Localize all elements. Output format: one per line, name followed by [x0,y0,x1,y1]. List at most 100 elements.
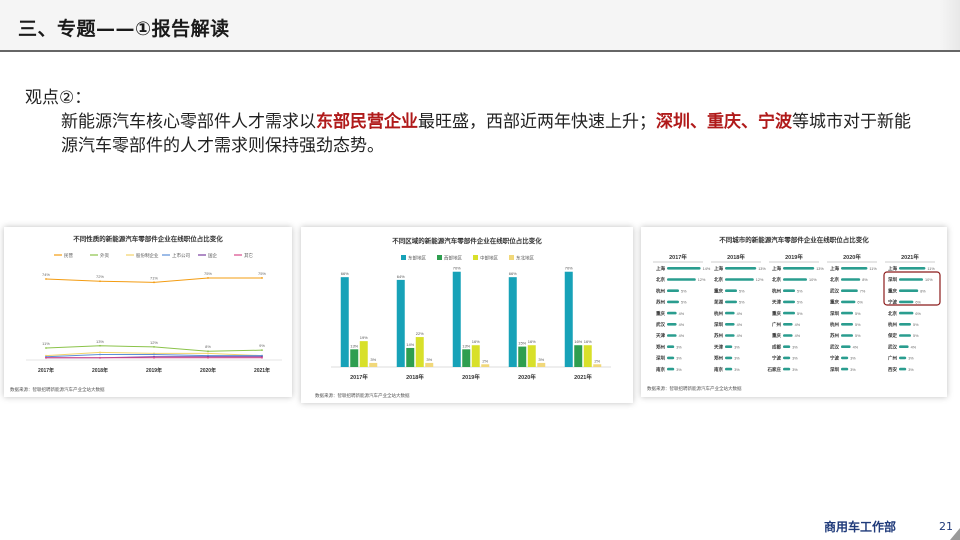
data-point [45,278,47,280]
data-label: 71% [150,275,158,280]
city-name: 深圳 [714,321,723,328]
data-point [153,281,155,284]
legend-label: 民营 [64,252,73,259]
city-percent: 8% [862,278,868,282]
city-bar [783,345,791,348]
bar [462,349,471,367]
header-bar: 三、专题——①报告解读 [0,0,960,52]
bar [425,362,434,367]
line-chart-title: 不同性质的新能源汽车零部件企业在线职位占比变化 [73,234,223,243]
city-name: 杭州 [656,287,665,294]
bar-value-label: 13% [350,343,358,348]
data-point [99,344,101,347]
city-name: 杭州 [714,310,723,317]
city-percent: 3% [850,368,856,372]
city-bar [725,345,733,348]
city-percent: 5% [797,312,803,316]
city-percent: 14% [703,267,711,271]
city-percent: 10% [809,278,817,282]
x-tick-label: 2017年 [350,373,368,381]
bar [369,362,378,367]
city-name: 上海 [656,265,665,272]
data-point [207,352,209,355]
legend-label: 东部地区 [408,255,426,262]
data-label: 75% [204,271,212,276]
data-label: 74% [42,272,50,277]
city-bar [725,289,737,292]
city-name: 重庆 [772,332,781,339]
city-percent: 4% [737,323,743,327]
data-point [153,345,155,348]
city-bar [899,278,923,281]
city-bar [783,334,793,337]
city-percent: 3% [850,357,856,361]
bar [564,271,573,367]
bar-value-label: 16% [472,339,480,344]
data-label: 11% [42,341,50,346]
city-bar [725,311,735,315]
city-bar [783,367,791,371]
city-bar [667,356,675,360]
viewpoint-block: 观点②： 新能源汽车核心零部件人才需求以东部民营企业最旺盛，西部近两年快速上升；… [25,86,925,158]
city-percent: 10% [925,278,933,282]
city-name: 上海 [888,265,897,272]
city-percent: 5% [913,334,919,338]
legend-swatch [401,255,406,260]
bar-chart-panel: 不同区域的新能源汽车零部件企业在线职位占比变化 东部地区 西部地区 中部地区 东北地区… [301,227,633,403]
city-name: 重庆 [656,310,665,317]
x-tick-label: 2021年 [254,367,270,374]
city-percent: 8% [920,289,926,293]
city-percent: 6% [915,312,921,316]
year-header: 2020年 [843,253,861,261]
city-percent: 4% [795,334,801,338]
city-name: 广州 [772,321,781,328]
city-bar [667,367,675,371]
city-name: 南京 [714,366,723,373]
city-bar [667,345,675,348]
city-percent: 4% [853,345,859,349]
viewpoint-label: 观点②： [25,88,92,108]
bar-value-label: 66% [509,271,517,276]
city-bar [783,289,795,292]
city-bar [899,323,911,326]
x-tick-label: 2017年 [38,367,54,374]
city-bar [899,300,914,304]
city-name: 石家庄 [767,366,782,373]
city-name: 重庆 [830,299,839,306]
data-label: 75% [258,271,266,276]
city-percent: 4% [795,323,801,327]
city-name: 天津 [714,343,723,350]
page-title: 三、专题——①报告解读 [18,18,230,40]
city-percent: 4% [737,312,743,316]
city-percent: 5% [855,323,861,327]
city-bar [667,323,677,326]
city-name: 苏州 [830,332,839,339]
bar-value-label: 3% [370,357,376,362]
city-bar [783,311,795,315]
legend-label: 西部地区 [444,255,462,262]
city-bar [783,356,791,360]
viewpoint-paragraph: 新能源汽车核心零部件人才需求以东部民营企业最旺盛，西部近两年快速上升；深圳、重庆… [25,110,925,158]
city-name: 武汉 [888,343,897,350]
city-percent: 5% [739,301,745,305]
city-name: 苏州 [656,299,665,306]
city-name: 郑州 [656,343,665,350]
city-percent: 11% [927,267,935,271]
legend-swatch [437,255,442,260]
city-name: 武汉 [830,343,839,350]
city-percent: 3% [792,345,798,349]
city-percent: 3% [676,357,682,361]
city-bar [725,367,733,371]
city-name: 成都 [772,343,781,350]
city-bar [899,345,909,348]
bar-value-label: 70% [453,266,461,271]
city-name: 上海 [714,265,723,272]
city-bar [841,300,856,304]
city-bar [667,289,679,292]
data-point [261,356,263,359]
bar [508,277,517,367]
city-name: 宁波 [830,355,839,362]
city-name: 北京 [830,276,839,283]
bar-value-label: 2% [482,358,488,363]
viewpoint-highlight-2: 深圳、重庆、宁波 [656,112,792,132]
